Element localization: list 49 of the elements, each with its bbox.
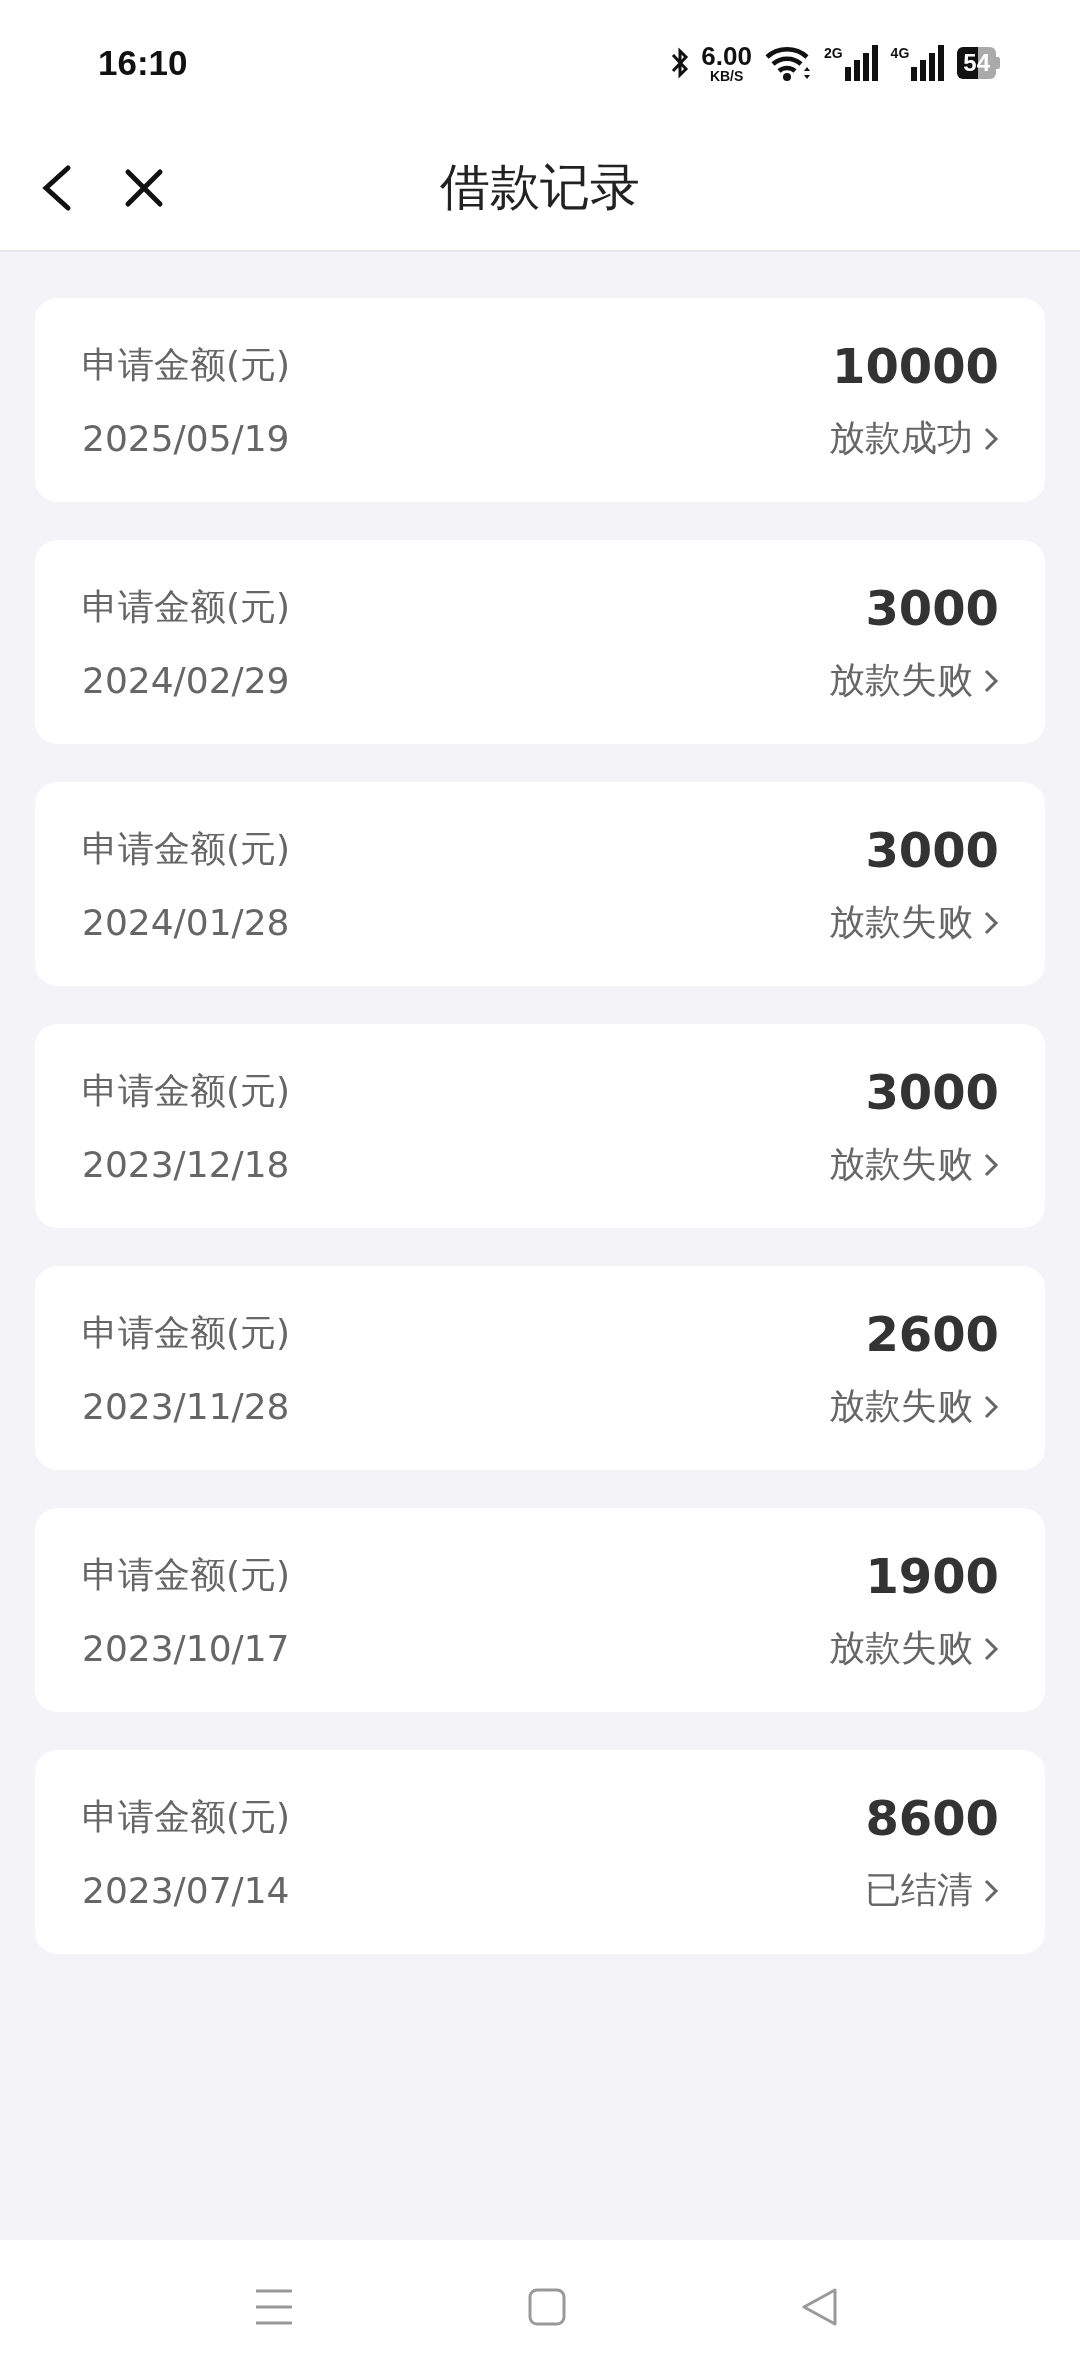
- speed-unit: KB/S: [709, 68, 744, 83]
- amount-label: 申请金额(元): [82, 585, 292, 629]
- amount-label: 申请金额(元): [82, 1069, 292, 1113]
- close-button[interactable]: [124, 167, 164, 208]
- clock: 16:10: [98, 42, 188, 83]
- amount-value: 3000: [865, 1063, 999, 1120]
- wifi-icon: [763, 44, 812, 81]
- network-type: 4G: [890, 44, 910, 61]
- status-link[interactable]: 放款失败: [829, 1624, 999, 1673]
- record-card[interactable]: 申请金额(元) 3000 2024/01/28 放款失败: [35, 782, 1045, 986]
- amount-label: 申请金额(元): [82, 343, 292, 387]
- signal-icon: [911, 44, 946, 81]
- apply-date: 2025/05/19: [82, 418, 291, 459]
- apply-date: 2023/07/14: [82, 1870, 291, 1911]
- apply-date: 2023/11/28: [82, 1386, 291, 1427]
- home-button[interactable]: [528, 2287, 566, 2326]
- record-card[interactable]: 申请金额(元) 3000 2023/12/18 放款失败: [35, 1024, 1045, 1228]
- apply-date: 2023/12/18: [82, 1144, 291, 1185]
- amount-value: 1900: [865, 1547, 999, 1604]
- amount-value: 3000: [865, 821, 999, 878]
- record-card[interactable]: 申请金额(元) 1900 2023/10/17 放款失败: [35, 1508, 1045, 1712]
- menu-button[interactable]: [255, 2287, 293, 2326]
- record-card[interactable]: 申请金额(元) 10000 2025/05/19 放款成功: [35, 298, 1045, 502]
- status-link[interactable]: 放款失败: [829, 1382, 999, 1431]
- record-card[interactable]: 申请金额(元) 3000 2024/02/29 放款失败: [35, 540, 1045, 744]
- status-link[interactable]: 已结清: [865, 1866, 999, 1915]
- network-speed: 6.00: [701, 42, 752, 69]
- status-link[interactable]: 放款失败: [829, 656, 999, 705]
- apply-date: 2024/02/29: [82, 660, 291, 701]
- apply-date: 2024/01/28: [82, 902, 291, 943]
- amount-label: 申请金额(元): [82, 827, 292, 871]
- amount-label: 申请金额(元): [82, 1553, 292, 1597]
- amount-value: 10000: [832, 337, 999, 394]
- amount-label: 申请金额(元): [82, 1311, 292, 1355]
- page-title: 借款记录: [440, 157, 640, 218]
- status-link[interactable]: 放款成功: [829, 414, 999, 463]
- record-card[interactable]: 申请金额(元) 2600 2023/11/28 放款失败: [35, 1266, 1045, 1470]
- back-nav-button[interactable]: [801, 2287, 839, 2326]
- amount-label: 申请金额(元): [82, 1795, 292, 1839]
- network-type: 2G: [823, 44, 843, 61]
- status-link[interactable]: 放款失败: [829, 898, 999, 947]
- bluetooth-icon: [671, 45, 690, 80]
- signal-icon: [844, 44, 879, 81]
- record-card[interactable]: 申请金额(元) 8600 2023/07/14 已结清: [35, 1750, 1045, 1954]
- amount-value: 2600: [865, 1305, 999, 1362]
- status-link[interactable]: 放款失败: [829, 1140, 999, 1189]
- apply-date: 2023/10/17: [82, 1628, 291, 1669]
- amount-value: 8600: [865, 1789, 999, 1846]
- amount-value: 3000: [865, 579, 999, 636]
